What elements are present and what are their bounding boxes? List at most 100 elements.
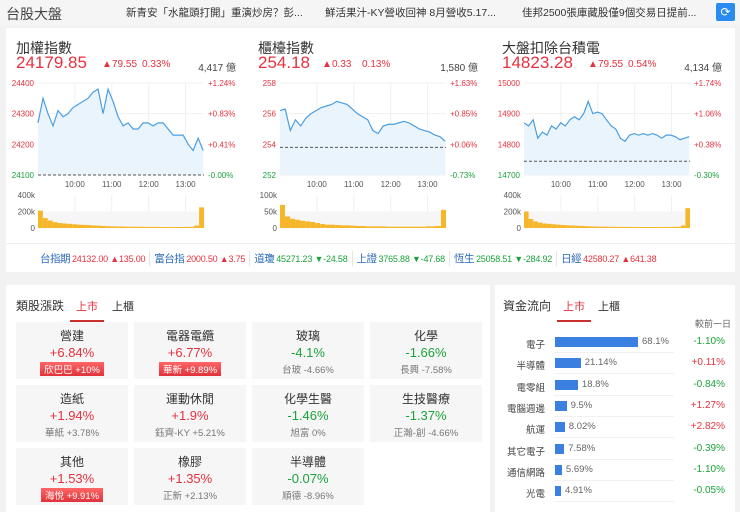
trade-amount: 1,580 億 [440, 63, 478, 74]
volume-bar [440, 209, 446, 228]
index-block[interactable]: 加權指數 24179.85 ▲ 79.55 0.33% 4,417 億 24400 +1.24… [6, 28, 248, 238]
intraday-chart: 258 +1.63% 256 +0.85% 254 +0.06% 252 -0.73% 10:0… [260, 79, 478, 233]
pct-tick-label: +1.24% [208, 79, 235, 88]
sector-panel: 類股漲跌 上市 上櫃 營建 +6.84% 欣巴巴 +10% 電器電纜 +6.77% 華新 … [6, 285, 490, 512]
x-tick-label: 10:00 [65, 180, 86, 189]
pct-tick-label: +1.06% [694, 110, 721, 119]
volume-bar [116, 226, 121, 228]
flow-row[interactable]: 半導體 21.14% +0.11% [495, 354, 725, 375]
flow-row[interactable]: 電零組 18.8% -0.84% [495, 376, 725, 397]
index-block[interactable]: 大盤扣除台積電 14823.28 ▲ 79.55 0.54% 4,134 億 15000 +1… [492, 28, 734, 238]
ticker-item[interactable]: 道瓊 45271.23 ▼-24.58 [250, 250, 353, 266]
volume-bar [395, 226, 401, 228]
sector-name: 玻璃 [295, 329, 320, 343]
flow-change: -1.10% [693, 336, 725, 347]
flow-sector-name: 其它電子 [506, 446, 545, 458]
sector-name: 造紙 [59, 392, 84, 406]
volume-bar [583, 226, 589, 228]
ticker-item[interactable]: 上證 3765.88 ▼-47.68 [353, 250, 450, 266]
sector-card[interactable]: 化學生醫 -1.46% 旭富 0% [252, 385, 364, 442]
flow-row[interactable]: 通信網路 5.69% -1.10% [495, 461, 725, 482]
volume-bar [155, 226, 161, 228]
flow-row[interactable]: 電子 68.1% -1.10% [495, 333, 725, 354]
flow-share: 4.91% [564, 485, 592, 497]
sector-card[interactable]: 化學 -1.66% 長興 -7.58% [370, 322, 482, 379]
flow-share: 7.58% [568, 442, 596, 454]
flow-share: 21.14% [584, 357, 617, 369]
row-divider [554, 373, 674, 375]
sector-card[interactable]: 電器電纜 +6.77% 華新 +9.89% [134, 322, 246, 379]
sector-percent: -0.07% [287, 471, 329, 486]
sector-card[interactable]: 生技醫療 -1.37% 正瀚-創 -4.66% [370, 385, 482, 442]
flow-change: -0.39% [693, 442, 725, 454]
volume-bar [551, 224, 557, 228]
y-tick-label: 254 [263, 140, 277, 149]
tab-listed[interactable]: 上市 [70, 298, 104, 322]
ticker-item[interactable]: 日經 42580.27 ▲641.38 [557, 251, 660, 266]
index-change: 79.55 [112, 59, 138, 70]
sector-card[interactable]: 造紙 +1.94% 華紙 +3.78% [16, 385, 128, 442]
index-block[interactable]: 櫃檯指數 254.18 ▲ 0.33 0.13% 1,580 億 258 +1.63% 256 +… [248, 28, 490, 238]
ticker-change: ▼-24.58 [314, 253, 348, 264]
ticker-change: ▼-284.92 [514, 253, 553, 264]
volume-bar [390, 226, 396, 228]
volume-bar [597, 226, 603, 228]
row-divider [554, 437, 674, 439]
sector-card[interactable]: 半導體 -0.07% 順德 -8.96% [252, 448, 364, 505]
flow-bar [555, 379, 578, 390]
sector-name: 運動休閒 [165, 392, 214, 406]
sector-card[interactable]: 運動休閒 +1.9% 鈺齊-KY +5.21% [134, 385, 246, 442]
ticker-item[interactable]: 台指期 24132.00 ▲135.00 [36, 250, 151, 266]
flow-change: +1.27% [690, 399, 725, 411]
volume-tick-label: 400k [18, 191, 36, 200]
ticker-item[interactable]: 恆生 25058.51 ▼-284.92 [450, 250, 558, 266]
volume-bar [593, 226, 598, 228]
news-headline[interactable]: 佳邦2500張庫藏股僅9個交易日提前... [522, 5, 696, 20]
volume-bar [588, 226, 594, 228]
volume-bar [135, 226, 141, 228]
sector-card[interactable]: 營建 +6.84% 欣巴巴 +10% [16, 322, 128, 379]
tab-otc[interactable]: 上櫃 [598, 298, 620, 314]
sector-card[interactable]: 其他 +1.53% 海悅 +9.91% [16, 448, 128, 505]
pct-tick-label: -0.00% [208, 171, 233, 180]
flow-row[interactable]: 光電 4.91% -0.05% [495, 482, 725, 503]
ticker-value: 2000.50 [186, 253, 218, 264]
flow-row[interactable]: 航運 8.02% +2.82% [495, 418, 725, 439]
volume-bar [630, 227, 635, 228]
news-headline[interactable]: 新青安「水龍頭打開」重演炒房？彭... [126, 5, 303, 20]
sector-name: 生技醫療 [401, 392, 450, 406]
volume-bar [350, 225, 356, 228]
volume-bar [111, 226, 117, 228]
volume-bar [415, 226, 421, 228]
sector-name: 電器電纜 [165, 329, 214, 343]
ticker-item[interactable]: 富台指 2000.50 ▲3.75 [150, 250, 251, 266]
sector-name: 半導體 [289, 455, 326, 469]
sector-percent: +1.94% [49, 408, 95, 423]
tab-listed[interactable]: 上市 [557, 298, 591, 322]
volume-bar [199, 207, 204, 228]
y-tick-label: 14800 [498, 140, 521, 149]
refresh-icon: ⟳ [720, 5, 731, 19]
sector-percent: -1.66% [405, 345, 447, 360]
y-tick-label: 15000 [498, 79, 521, 88]
flow-row[interactable]: 其它電子 7.58% -0.39% [495, 440, 725, 461]
volume-bar [310, 222, 316, 228]
y-tick-label: 256 [263, 110, 277, 119]
volume-bar [370, 226, 376, 228]
volume-bar [150, 226, 156, 228]
trade-amount: 4,134 億 [684, 63, 722, 74]
intraday-chart: 24400 +1.24% 24300 +0.83% 24200 +0.41% 24100 -0… [12, 79, 236, 233]
volume-bar [435, 226, 441, 228]
refresh-button[interactable]: ⟳ [716, 3, 735, 21]
flow-change: -1.10% [693, 463, 725, 475]
news-headline[interactable]: 鮮活果汁-KY營收回神 8月營收5.17... [325, 5, 496, 20]
flow-change: +0.11% [691, 357, 725, 369]
sector-card[interactable]: 橡膠 +1.35% 正新 +2.13% [134, 448, 246, 505]
volume-bar [81, 224, 87, 228]
volume-bar [425, 226, 431, 228]
flow-row[interactable]: 電腦週邊 9.5% +1.27% [495, 397, 725, 418]
sector-card[interactable]: 玻璃 -4.1% 台玻 -4.66% [252, 322, 364, 379]
volume-bar [380, 226, 386, 228]
volume-tick-label: 0 [273, 224, 278, 233]
tab-otc[interactable]: 上櫃 [112, 298, 134, 314]
